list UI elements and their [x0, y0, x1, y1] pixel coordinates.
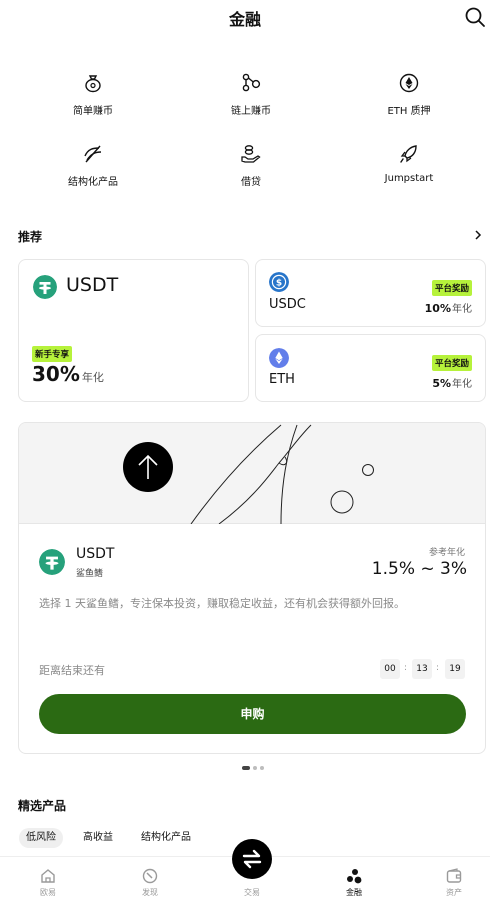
promo-badge: 平台奖励 — [431, 280, 472, 296]
structured-icon — [84, 145, 102, 163]
money-bag-icon — [85, 75, 101, 93]
feature-eth-staking[interactable]: ETH 质押 — [354, 72, 464, 117]
discover-icon — [142, 868, 158, 884]
ethereum-icon — [269, 348, 289, 368]
nav-label: 资产 — [446, 888, 462, 897]
feature-label: 结构化产品 — [68, 177, 118, 188]
apy-value: 5% — [432, 377, 451, 390]
coin-name: ETH — [269, 372, 295, 387]
feature-label: 借贷 — [241, 177, 261, 188]
feature-onchain-earn[interactable]: 链上赚币 — [196, 72, 306, 117]
product-coin-name: USDT — [76, 546, 115, 562]
carousel-dot[interactable] — [253, 766, 257, 770]
carousel-dot[interactable] — [242, 766, 250, 770]
apy-unit: 年化 — [452, 379, 472, 390]
feature-simple-earn[interactable]: 简单赚币 — [38, 72, 148, 117]
chain-nodes-icon — [242, 73, 261, 92]
usdc-icon: $ — [269, 272, 289, 292]
product-type: 鲨鱼鳍 — [76, 569, 104, 579]
subscribe-button[interactable]: 申购 — [39, 694, 466, 734]
tab-low-risk[interactable]: 低风险 — [19, 828, 63, 848]
wallet-icon — [446, 868, 462, 883]
apy-unit: 年化 — [452, 304, 472, 315]
recommend-card-eth[interactable]: ETH 平台奖励 5%年化 — [255, 334, 486, 402]
countdown-hours: 00 — [380, 659, 400, 679]
tab-high-yield[interactable]: 高收益 — [76, 828, 120, 848]
selected-products-title: 精选产品 — [18, 799, 67, 813]
swap-icon — [242, 849, 262, 869]
carousel-dot[interactable] — [260, 766, 264, 770]
coin-name: USDT — [66, 274, 119, 296]
apy-rate: 5%年化 — [432, 372, 472, 391]
apy-value: 10% — [424, 302, 451, 315]
featured-product-card[interactable]: USDT 鲨鱼鳍 参考年化 1.5% ~ 3% 选择 1 天鲨鱼鳍，专注保本投资… — [18, 422, 486, 754]
page-title: 金融 — [228, 10, 261, 29]
countdown-seconds: 19 — [445, 659, 465, 679]
hand-coin-icon — [241, 145, 261, 163]
home-icon — [41, 869, 55, 883]
bottom-nav: 欧易 发现 交易 金融 资产 — [0, 839, 490, 906]
feature-label: ETH 质押 — [387, 106, 431, 117]
nav-discover[interactable]: 发现 — [110, 857, 190, 898]
countdown-label: 距离结束还有 — [39, 664, 105, 677]
nav-home[interactable]: 欧易 — [8, 857, 88, 898]
usdt-icon — [39, 549, 65, 575]
apy-unit: 年化 — [81, 371, 104, 384]
nav-label: 欧易 — [40, 888, 56, 897]
promo-badge: 平台奖励 — [431, 355, 472, 371]
feature-jumpstart[interactable]: Jumpstart — [354, 143, 464, 184]
feature-label: 简单赚币 — [73, 106, 113, 117]
trade-swap-button[interactable] — [232, 839, 272, 879]
banner-illustration — [19, 423, 485, 525]
header: 金融 — [0, 0, 490, 36]
reference-apy-value: 1.5% ~ 3% — [371, 559, 467, 579]
tab-structured-products[interactable]: 结构化产品 — [134, 828, 198, 848]
recommend-title: 推荐 — [18, 230, 43, 244]
nav-label: 发现 — [142, 888, 158, 897]
countdown-minutes: 13 — [412, 659, 432, 679]
usdt-icon — [33, 275, 57, 299]
svg-text:$: $ — [276, 278, 282, 288]
nav-assets[interactable]: 资产 — [414, 857, 490, 898]
countdown-separator: : — [404, 663, 408, 673]
nav-label: 交易 — [244, 888, 260, 897]
product-description: 选择 1 天鲨鱼鳍，专注保本投资，赚取稳定收益，还有机会获得额外回报。 — [39, 597, 405, 610]
feature-label: 链上赚币 — [231, 106, 271, 117]
countdown-separator: : — [436, 663, 440, 673]
apy-rate: 30% 年化 — [32, 362, 104, 386]
reference-apy-label: 参考年化 — [428, 548, 465, 558]
promo-badge: 新手专享 — [32, 346, 73, 362]
feature-structured[interactable]: 结构化产品 — [38, 143, 148, 188]
banner-artwork — [123, 424, 374, 525]
apy-value: 30% — [32, 362, 80, 386]
coin-name: USDC — [269, 297, 306, 312]
feature-loan[interactable]: 借贷 — [196, 143, 306, 188]
feature-label: Jumpstart — [384, 173, 434, 184]
nav-finance[interactable]: 金融 — [314, 857, 394, 898]
recommend-card-usdc[interactable]: $ USDC 平台奖励 10%年化 — [255, 259, 486, 327]
ethereum-icon — [399, 73, 419, 93]
nav-label: 金融 — [346, 888, 362, 897]
rocket-icon — [400, 145, 417, 163]
apy-rate: 10%年化 — [425, 297, 472, 316]
chevron-right-icon[interactable] — [472, 229, 484, 241]
recommend-card-usdt[interactable]: USDT 新手专享 30% 年化 — [18, 259, 249, 402]
search-icon[interactable] — [464, 6, 486, 28]
finance-icon — [347, 869, 362, 884]
